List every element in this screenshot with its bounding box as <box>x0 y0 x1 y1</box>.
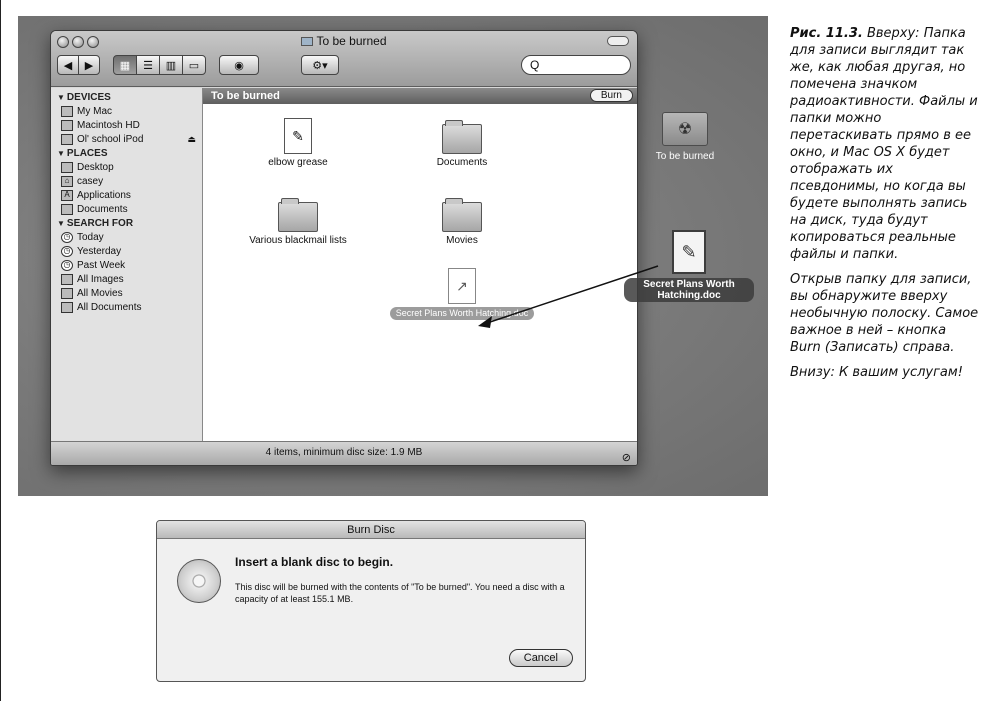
dialog-heading: Insert a blank disc to begin. <box>235 555 394 569</box>
page-border-rule <box>0 0 1 701</box>
caption-paragraph-2: Открыв папку для записи, вы обнаружите в… <box>790 272 979 355</box>
blank-disc-icon <box>177 559 221 603</box>
caption-text: Вверху: Папка для записи выглядит так же… <box>790 26 978 262</box>
burn-disc-dialog: Burn Disc Insert a blank disc to begin. … <box>156 520 586 682</box>
drag-arrow <box>478 265 659 328</box>
figure-label: Рис. 11.3. <box>790 26 863 41</box>
drag-arrowhead-icon <box>478 316 492 328</box>
cancel-button[interactable]: Cancel <box>508 649 573 667</box>
desktop-screenshot: To be burned ◀ ▶ ▦ ☰ ▥ ▭ ◉ ⚙▾ Q ▼ DEVICE… <box>18 16 768 496</box>
caption-paragraph-3: Внизу: К вашим услугам! <box>790 365 963 380</box>
caption-paragraph-1: Рис. 11.3. Вверху: Папка для записи выгл… <box>790 25 980 263</box>
figure-caption: Рис. 11.3. Вверху: Папка для записи выгл… <box>790 25 980 389</box>
dialog-title: Burn Disc <box>157 521 585 539</box>
drag-arrow-line <box>483 265 659 325</box>
dialog-message: This disc will be burned with the conten… <box>235 582 565 604</box>
